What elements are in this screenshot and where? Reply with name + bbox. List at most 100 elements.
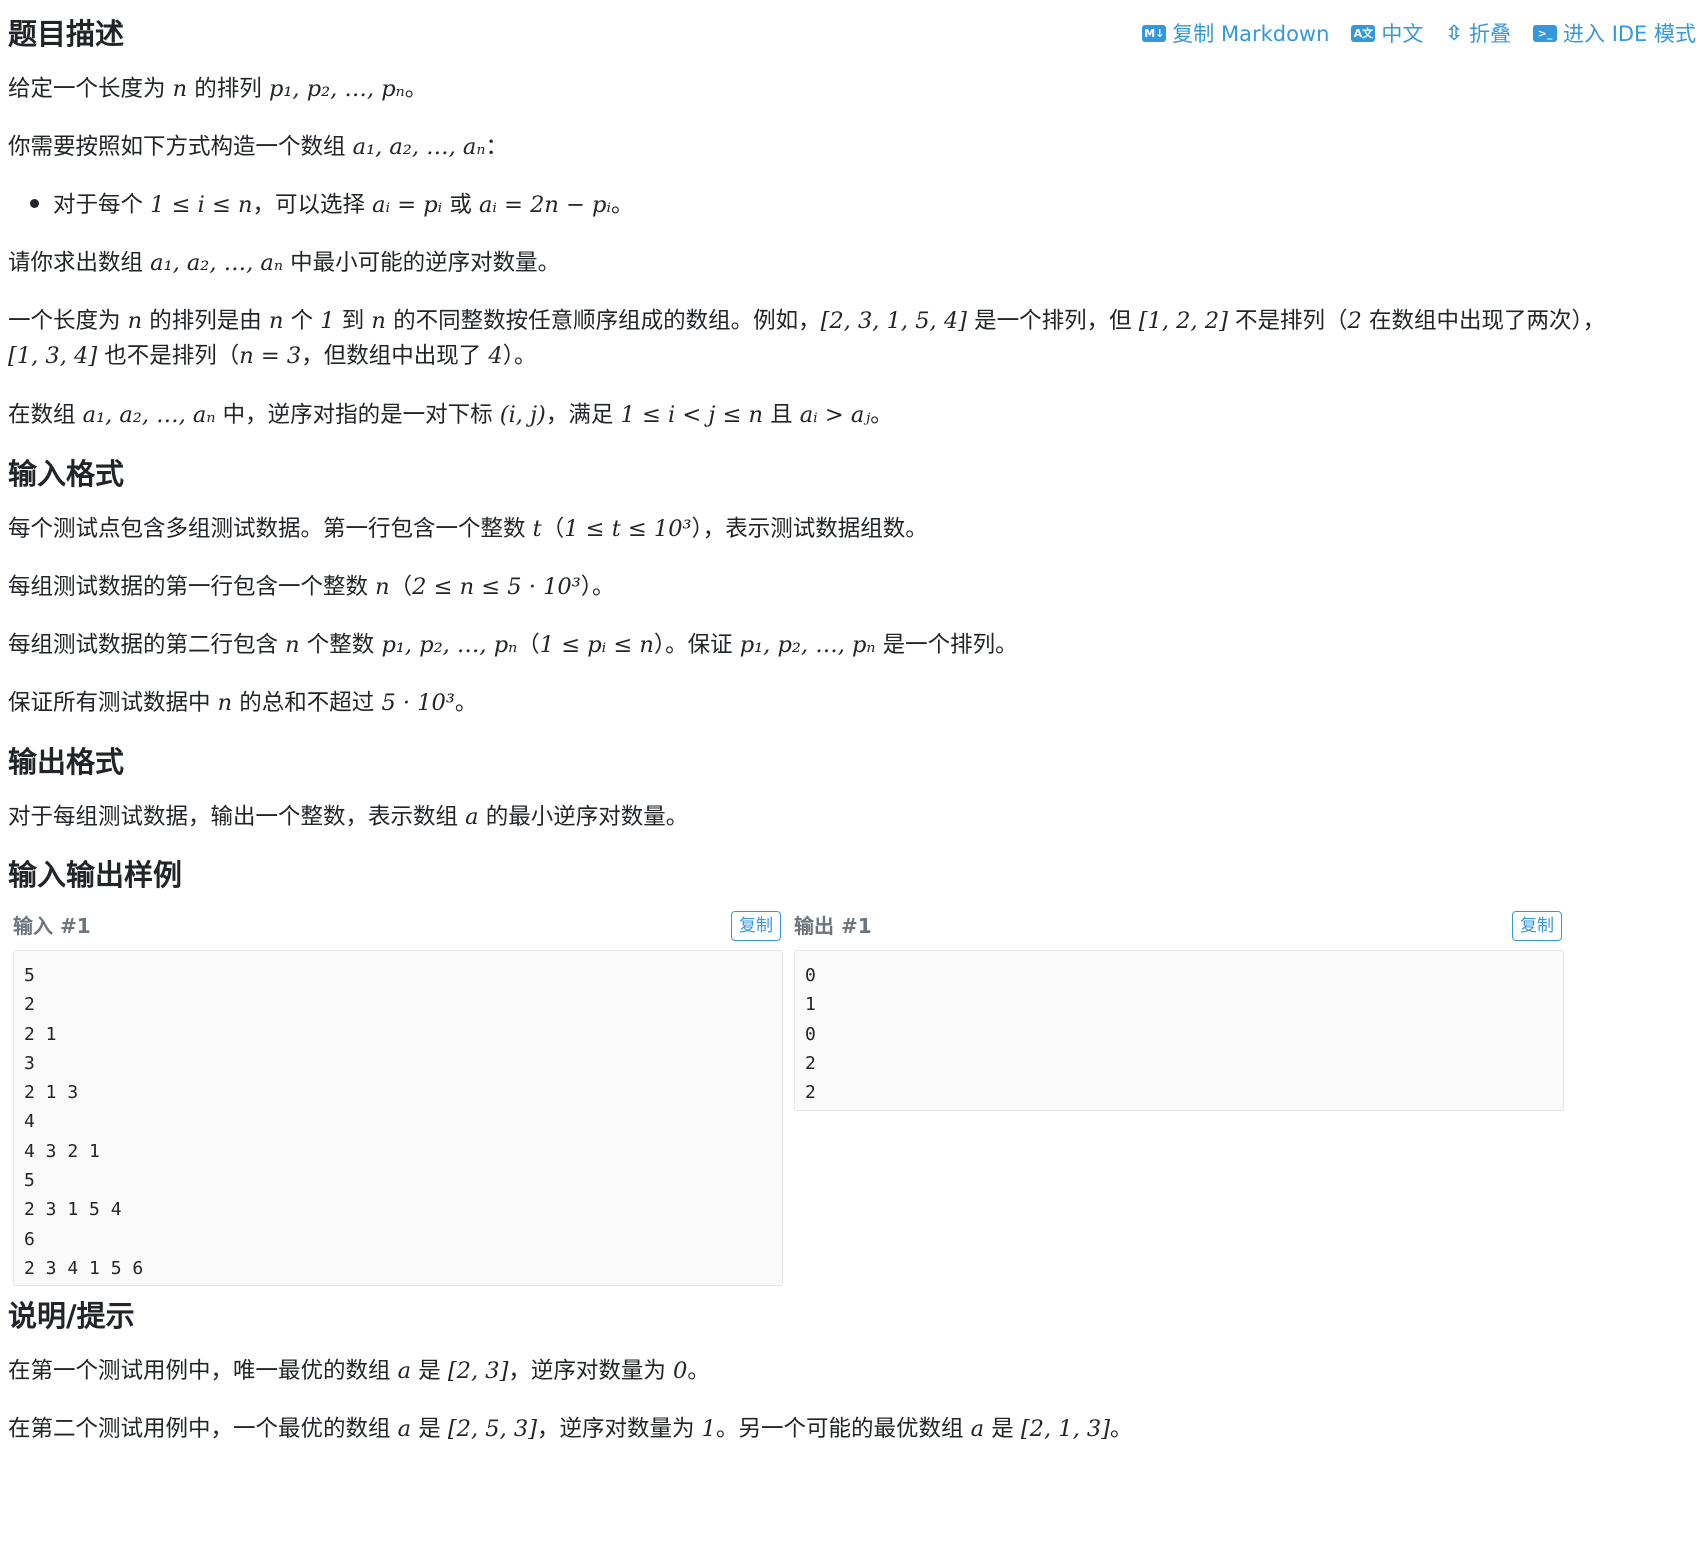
language-label: 中文 xyxy=(1381,22,1424,46)
math-a-seq: a₁, a₂, …, aₙ xyxy=(150,250,283,276)
description-heading: 题目描述 xyxy=(8,17,125,51)
text: ，但数组中出现了 xyxy=(301,343,489,369)
math-n: n xyxy=(285,632,300,658)
math-p-seq: p₁, p₂, …, pₙ xyxy=(739,632,876,658)
math-p-seq: p₁, p₂, …, pₙ xyxy=(268,76,405,102)
bullet-icon xyxy=(30,199,39,208)
math-t: t xyxy=(532,516,542,542)
math-t-range: 1 ≤ t ≤ 10³ xyxy=(564,516,692,542)
text: 。 xyxy=(687,1358,710,1384)
math-n: n xyxy=(268,308,284,334)
math-a: a xyxy=(465,804,479,830)
math-ij-range: 1 ≤ i < j ≤ n xyxy=(620,402,763,428)
description-p5: 在数组 a₁, a₂, …, aₙ 中，逆序对指的是一对下标 (i, j)，满足… xyxy=(8,400,893,430)
fold-button[interactable]: ⇳ 折叠 xyxy=(1445,18,1511,48)
input-format-l4: 保证所有测试数据中 n 的总和不超过 5 · 10³。 xyxy=(8,688,477,718)
text: 每组测试数据的第一行包含一个整数 xyxy=(8,574,376,600)
math-a: a xyxy=(397,1358,412,1384)
problem-page: M↓ 复制 Markdown A文 中文 ⇳ 折叠 >_ 进入 IDE 模式 题… xyxy=(0,0,1696,1567)
sample-output-code: 0 1 0 2 2 xyxy=(805,965,816,1104)
math-ai-gt-aj: aᵢ > aⱼ xyxy=(799,402,871,428)
description-bullet: 对于每个 1 ≤ i ≤ n，可以选择 aᵢ = pᵢ 或 aᵢ = 2n − … xyxy=(30,190,634,220)
text: 是 xyxy=(411,1416,448,1442)
text: 在第二个测试用例中，一个最优的数组 xyxy=(8,1416,398,1442)
math-ai-2n: aᵢ = 2n − pᵢ xyxy=(478,192,611,218)
text: 。 xyxy=(454,690,478,716)
markdown-icon: M↓ xyxy=(1142,24,1167,42)
math-perm-example: [2, 3, 1, 5, 4] xyxy=(820,308,967,334)
sample-input-code: 5 2 2 1 3 2 1 3 4 4 3 2 1 5 2 3 1 5 4 6 … xyxy=(24,965,144,1279)
text: （ xyxy=(517,632,540,658)
text: 对于每组测试数据，输出一个整数，表示数组 xyxy=(8,804,466,830)
sample-output-box[interactable]: 0 1 0 2 2 xyxy=(794,950,1564,1111)
input-format-l3: 每组测试数据的第二行包含 n 个整数 p₁, p₂, …, pₙ（1 ≤ pᵢ … xyxy=(8,630,1018,660)
math-zero: 0 xyxy=(673,1358,688,1384)
hint-l2: 在第二个测试用例中，一个最优的数组 a 是 [2, 5, 3]，逆序对数量为 1… xyxy=(8,1414,1133,1444)
copy-markdown-label: 复制 Markdown xyxy=(1172,22,1330,46)
text: 或 xyxy=(442,192,479,218)
text: 。 xyxy=(870,402,893,428)
math-n: n xyxy=(172,76,188,102)
copy-output-button[interactable]: 复制 xyxy=(1512,911,1562,941)
text: 在数组中出现了两次）， xyxy=(1361,308,1606,334)
copy-input-button[interactable]: 复制 xyxy=(731,911,781,941)
text: ）。保证 xyxy=(653,632,740,658)
math-sum-limit: 5 · 10³ xyxy=(381,690,455,716)
text: 的排列 xyxy=(187,76,269,102)
samples-heading: 输入输出样例 xyxy=(8,858,183,892)
text: 到 xyxy=(334,308,372,334)
math-arr-213: [2, 1, 3] xyxy=(1020,1416,1111,1442)
output-format-heading: 输出格式 xyxy=(8,745,125,779)
text: 的排列是由 xyxy=(142,308,269,334)
text: 一个长度为 xyxy=(8,308,128,334)
sample-input-box[interactable]: 5 2 2 1 3 2 1 3 4 4 3 2 1 5 2 3 1 5 4 6 … xyxy=(13,950,783,1286)
language-button[interactable]: A文 中文 xyxy=(1351,18,1423,48)
text: 请你求出数组 xyxy=(8,250,151,276)
math-one: 1 xyxy=(320,308,335,334)
text: ，逆序对数量为 xyxy=(537,1416,702,1442)
math-n: n xyxy=(371,308,386,334)
math-n: n xyxy=(375,574,390,600)
math-p-seq: p₁, p₂, …, pₙ xyxy=(381,632,518,658)
ide-mode-button[interactable]: >_ 进入 IDE 模式 xyxy=(1533,18,1696,48)
text: 且 xyxy=(762,402,800,428)
text: 个 xyxy=(283,308,321,334)
math-a: a xyxy=(970,1416,985,1442)
text: 中，逆序对指的是一对下标 xyxy=(215,402,500,428)
text: ： xyxy=(485,134,508,160)
text: 是 xyxy=(411,1358,448,1384)
text: 每个测试点包含多组测试数据。第一行包含一个整数 xyxy=(8,516,533,542)
math-four: 4 xyxy=(488,343,503,369)
input-format-l1: 每个测试点包含多组测试数据。第一行包含一个整数 t（1 ≤ t ≤ 10³），表… xyxy=(8,514,928,544)
text: 的总和不超过 xyxy=(232,690,382,716)
fold-label: 折叠 xyxy=(1469,22,1512,46)
text: ，可以选择 xyxy=(252,192,373,218)
text: 对于每个 xyxy=(53,192,151,218)
toolbar: M↓ 复制 Markdown A文 中文 ⇳ 折叠 >_ 进入 IDE 模式 xyxy=(1142,18,1696,48)
description-p4-line1: 一个长度为 n 的排列是由 n 个 1 到 n 的不同整数按任意顺序组成的数组。… xyxy=(8,306,1605,336)
text: 是一个排列，但 xyxy=(966,308,1139,334)
text: 是一个排列。 xyxy=(875,632,1018,658)
math-pi-range: 1 ≤ pᵢ ≤ n xyxy=(539,632,654,658)
text: 在数组 xyxy=(8,402,83,428)
math-nonperm-2: [1, 3, 4] xyxy=(8,343,98,369)
math-ij: (i, j) xyxy=(499,402,546,428)
copy-markdown-button[interactable]: M↓ 复制 Markdown xyxy=(1142,18,1329,48)
text: 中最小可能的逆序对数量。 xyxy=(282,250,561,276)
math-one: 1 xyxy=(701,1416,716,1442)
description-p3: 请你求出数组 a₁, a₂, …, aₙ 中最小可能的逆序对数量。 xyxy=(8,248,560,278)
hint-l1: 在第一个测试用例中，唯一最优的数组 a 是 [2, 3]，逆序对数量为 0。 xyxy=(8,1356,710,1386)
math-a-seq: a₁, a₂, …, aₙ xyxy=(352,134,486,160)
text: 在第一个测试用例中，唯一最优的数组 xyxy=(8,1358,398,1384)
math-nonperm-1: [1, 2, 2] xyxy=(1138,308,1228,334)
math-arr-23: [2, 3] xyxy=(447,1358,509,1384)
math-ai-pi: aᵢ = pᵢ xyxy=(372,192,443,218)
text: 。 xyxy=(1110,1416,1133,1442)
input-format-l2: 每组测试数据的第一行包含一个整数 n（2 ≤ n ≤ 5 · 10³）。 xyxy=(8,572,614,602)
math-n: n xyxy=(127,308,143,334)
ide-mode-label: 进入 IDE 模式 xyxy=(1563,22,1696,46)
math-a: a xyxy=(397,1416,412,1442)
text: 。 xyxy=(610,192,634,218)
math-two: 2 xyxy=(1347,308,1362,334)
text: （ xyxy=(389,574,413,600)
